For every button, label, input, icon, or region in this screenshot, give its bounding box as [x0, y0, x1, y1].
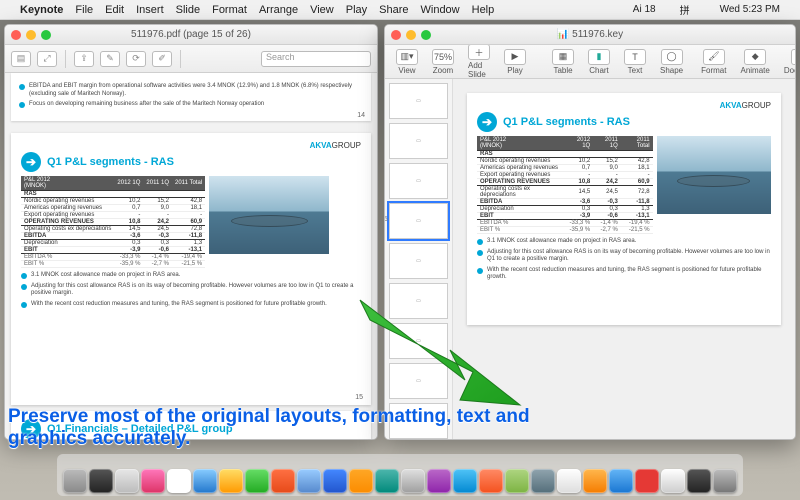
- add-slide-button[interactable]: ＋Add Slide: [463, 42, 495, 81]
- annotation-caption: Preserve most of the original layouts, f…: [8, 406, 600, 450]
- financial-table: P&L 2012(MNOK)2012 1Q2011 1Q2011 TotalRA…: [21, 176, 361, 268]
- app-name-menu[interactable]: Keynote: [20, 4, 63, 16]
- zoom-icon[interactable]: [421, 30, 431, 40]
- preview-titlebar[interactable]: 511976.pdf (page 15 of 26): [5, 25, 377, 45]
- highlight-icon[interactable]: ✎: [100, 51, 120, 67]
- menu-insert[interactable]: Insert: [136, 4, 164, 16]
- minimize-icon[interactable]: [26, 30, 36, 40]
- menu-help[interactable]: Help: [472, 4, 495, 16]
- dock-app[interactable]: [245, 469, 269, 493]
- close-icon[interactable]: [11, 30, 21, 40]
- menu-format[interactable]: Format: [212, 4, 247, 16]
- chart-button[interactable]: ▮Chart: [583, 47, 615, 77]
- dock-app[interactable]: [661, 469, 685, 493]
- dock-app[interactable]: [349, 469, 373, 493]
- dock-app[interactable]: [427, 469, 451, 493]
- minimize-icon[interactable]: [406, 30, 416, 40]
- thumb-slide[interactable]: ▭: [389, 83, 448, 119]
- arrow-right-icon: ➔: [477, 112, 497, 132]
- dock-app[interactable]: [219, 469, 243, 493]
- status-input[interactable]: 拼: [680, 2, 690, 17]
- document-button[interactable]: ▭Document: [779, 47, 796, 77]
- status-ai[interactable]: Ai 18: [633, 4, 656, 15]
- dock-app[interactable]: [271, 469, 295, 493]
- dock-app[interactable]: [141, 469, 165, 493]
- share-icon[interactable]: ⇪: [74, 51, 94, 67]
- dock-app[interactable]: [557, 469, 581, 493]
- dock-app[interactable]: [479, 469, 503, 493]
- markup-icon[interactable]: ✐: [152, 51, 172, 67]
- canvas-bullets: 3.1 MNOK cost allowance made on project …: [477, 238, 771, 282]
- dock-calendar[interactable]: [167, 469, 191, 493]
- dock-app[interactable]: [89, 469, 113, 493]
- dock-app[interactable]: [583, 469, 607, 493]
- menu-play[interactable]: Play: [346, 4, 367, 16]
- preview-toolbar: ▤ ⤢ ⇪ ✎ ⟳ ✐ Search: [5, 45, 377, 73]
- dock-app[interactable]: [115, 469, 139, 493]
- thumb-slide[interactable]: ▭: [389, 123, 448, 159]
- dock-app[interactable]: [375, 469, 399, 493]
- fish-farm-image: [209, 176, 329, 254]
- dock-app[interactable]: [687, 469, 711, 493]
- menu-view[interactable]: View: [310, 4, 334, 16]
- preview-title: 511976.pdf (page 15 of 26): [131, 29, 251, 40]
- dock-app[interactable]: [531, 469, 555, 493]
- keynote-titlebar[interactable]: 📊 511976.key: [385, 25, 795, 45]
- slide-bullets: 3.1 MNOK cost allowance made on project …: [21, 272, 361, 308]
- format-button[interactable]: 🖌Format: [696, 47, 731, 77]
- menu-window[interactable]: Window: [421, 4, 460, 16]
- annotation-arrow-icon: [350, 290, 530, 410]
- play-button[interactable]: ▶Play: [499, 47, 531, 77]
- thumb-slide[interactable]: ▭: [389, 163, 448, 199]
- thumb-slide[interactable]: ▭: [389, 243, 448, 279]
- keynote-toolbar: ▥▾View 75%Zoom ＋Add Slide ▶Play ▦Table ▮…: [385, 45, 795, 79]
- dock-app[interactable]: [609, 469, 633, 493]
- dock-app[interactable]: [297, 469, 321, 493]
- menu-file[interactable]: File: [75, 4, 93, 16]
- dock-app[interactable]: [401, 469, 425, 493]
- page-15[interactable]: AKVAGROUP ➔ Q1 P&L segments - RAS P&L 20…: [11, 133, 371, 405]
- fish-farm-image: [657, 136, 771, 214]
- close-icon[interactable]: [391, 30, 401, 40]
- menu-slide[interactable]: Slide: [176, 4, 200, 16]
- table-button[interactable]: ▦Table: [547, 47, 579, 77]
- slide-title: Q1 P&L segments - RAS: [47, 156, 174, 168]
- brand-logo: AKVAGROUP: [21, 141, 361, 150]
- zoom-button[interactable]: 75%Zoom: [427, 47, 459, 77]
- rotate-icon[interactable]: ⟳: [126, 51, 146, 67]
- frag-bullet-1: EBITDA and EBIT margin from operational …: [19, 83, 363, 98]
- dock[interactable]: [57, 454, 743, 496]
- animate-button[interactable]: ◆Animate: [735, 47, 774, 77]
- page-number-14: 14: [357, 112, 365, 119]
- dock-app[interactable]: [635, 469, 659, 493]
- keynote-title: 📊 511976.key: [557, 29, 623, 40]
- view-button[interactable]: ▥▾View: [391, 47, 423, 77]
- menu-share[interactable]: Share: [379, 4, 408, 16]
- status-clock[interactable]: Wed 5:23 PM: [720, 4, 780, 15]
- zoom-icon[interactable]: [41, 30, 51, 40]
- brand-logo: AKVAGROUP: [477, 101, 771, 110]
- thumb-slide-selected[interactable]: 15▭: [389, 203, 448, 239]
- menu-edit[interactable]: Edit: [105, 4, 124, 16]
- text-button[interactable]: TText: [619, 47, 651, 77]
- dock-finder[interactable]: [63, 469, 87, 493]
- frag-bullet-2: Focus on developing remaining business a…: [19, 101, 363, 109]
- arrow-right-icon: ➔: [21, 152, 41, 172]
- preview-window: 511976.pdf (page 15 of 26) ▤ ⤢ ⇪ ✎ ⟳ ✐ S…: [4, 24, 378, 440]
- dock-trash[interactable]: [713, 469, 737, 493]
- canvas-financial-table: P&L 2012(MNOK)2012 1Q2011 1Q2011 TotalRA…: [477, 136, 771, 234]
- menubar: Keynote File Edit Insert Slide Format Ar…: [0, 0, 800, 20]
- dock-app[interactable]: [505, 469, 529, 493]
- search-input[interactable]: Search: [261, 51, 371, 67]
- zoom-select-icon[interactable]: ⤢: [37, 51, 57, 67]
- dock-app[interactable]: [453, 469, 477, 493]
- dock-mail[interactable]: [193, 469, 217, 493]
- canvas-slide-title: Q1 P&L segments - RAS: [503, 116, 630, 128]
- menu-arrange[interactable]: Arrange: [259, 4, 298, 16]
- dock-app[interactable]: [323, 469, 347, 493]
- shape-button[interactable]: ◯Shape: [655, 47, 688, 77]
- page-14-fragment: EBITDA and EBIT margin from operational …: [11, 73, 371, 121]
- sidebar-toggle-icon[interactable]: ▤: [11, 51, 31, 67]
